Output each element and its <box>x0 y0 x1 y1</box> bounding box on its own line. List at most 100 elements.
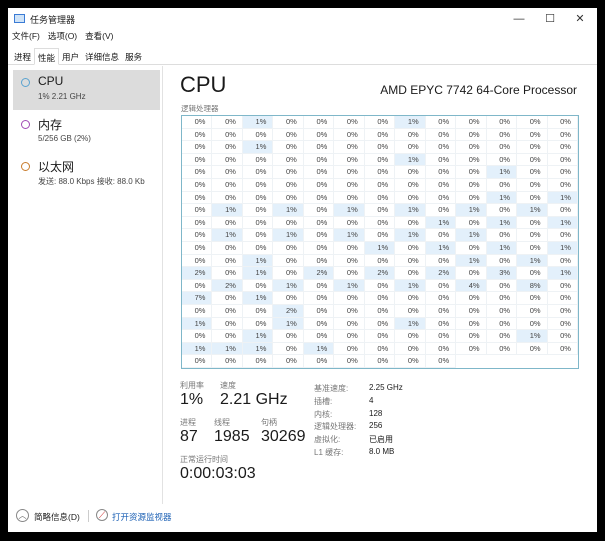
cpu-core-cell: 1% <box>517 204 548 217</box>
cpu-core-cell: 0% <box>182 241 213 255</box>
cpu-core-cell: 0% <box>456 267 487 280</box>
cpu-core-cell: 0% <box>303 166 335 179</box>
menu-options[interactable]: 选项(O) <box>48 30 77 45</box>
cpu-core-cell: 0% <box>486 254 518 268</box>
cpu-core-cell: 1% <box>486 216 518 230</box>
spec-label: L1 缓存: <box>314 448 344 457</box>
threads-label: 线程 <box>214 418 230 427</box>
cpu-core-cell: 0% <box>456 128 487 142</box>
cpu-core-cell: 0% <box>425 153 457 167</box>
cpu-core-cell: 0% <box>303 216 335 230</box>
cpu-core-cell: 0% <box>273 254 304 268</box>
processes-value: 87 <box>180 428 198 445</box>
cpu-core-cell: 0% <box>517 128 548 142</box>
cpu-core-cell: 0% <box>242 229 274 242</box>
cpu-core-cell: 0% <box>212 116 243 129</box>
cpu-core-cell: 1% <box>395 317 426 331</box>
cpu-core-cell: 1% <box>486 191 518 205</box>
cpu-core-cell: 0% <box>212 153 243 167</box>
close-button[interactable]: ✕ <box>566 10 594 28</box>
tab-details[interactable]: 详细信息 <box>82 48 122 64</box>
cpu-core-cell: 0% <box>364 330 396 343</box>
cpu-core-cell: 0% <box>303 128 335 142</box>
cpu-core-cell: 1% <box>547 267 578 280</box>
maximize-button[interactable]: ☐ <box>536 10 564 28</box>
cpu-core-cell: 0% <box>334 191 365 205</box>
cpu-model: AMD EPYC 7742 64-Core Processor <box>380 83 577 97</box>
spec-label: 插槽: <box>314 396 333 406</box>
cpu-core-cell: 0% <box>486 304 518 318</box>
cpu-core-cell: 0% <box>212 178 243 192</box>
cpu-core-cell: 0% <box>182 128 213 142</box>
cpu-core-cell: 1% <box>334 279 365 293</box>
cpu-core-cell: 0% <box>334 292 365 305</box>
cpu-core-cell: 0% <box>364 128 396 142</box>
cpu-core-cell: 0% <box>425 317 457 331</box>
cpu-core-cell: 0% <box>242 304 274 318</box>
cpu-core-cell: 0% <box>456 292 487 305</box>
utilization-value: 1% <box>180 391 204 408</box>
cpu-core-cell: 0% <box>486 342 518 356</box>
cpu-core-cell: 0% <box>212 292 243 305</box>
sidebar-item-sub: 发送: 88.0 Kbps 接收: 88.0 Kb <box>38 177 145 186</box>
cpu-core-cell: 1% <box>517 330 548 343</box>
cpu-core-cell: 0% <box>334 317 365 331</box>
cpu-core-cell: 0% <box>182 355 213 368</box>
cpu-core-cell: 0% <box>182 330 213 343</box>
minimize-button[interactable]: — <box>505 10 533 28</box>
cpu-core-cell: 0% <box>334 342 365 356</box>
cpu-core-cell: 0% <box>334 304 365 318</box>
cpu-core-cell: 2% <box>182 267 213 280</box>
cpu-core-cell: 0% <box>547 342 578 356</box>
menu-file[interactable]: 文件(F) <box>12 30 40 45</box>
cpu-core-cell: 0% <box>182 141 213 154</box>
footer: ︿ 简略信息(D) ⟋ 打开资源监视器 <box>8 504 597 532</box>
tab-performance[interactable]: 性能 <box>34 48 60 65</box>
cpu-core-cell: 2% <box>425 267 457 280</box>
cpu-core-cell: 0% <box>242 128 274 142</box>
cpu-core-cell: 0% <box>334 330 365 343</box>
cpu-core-cell: 0% <box>395 292 426 305</box>
cpu-core-cell: 0% <box>456 153 487 167</box>
sidebar-item-memory[interactable]: 内存 5/256 GB (2%) <box>13 112 160 152</box>
cpu-core-cell: 0% <box>364 116 396 129</box>
cpu-core-cell: 0% <box>456 166 487 179</box>
cpu-core-cell: 0% <box>517 178 548 192</box>
tab-users[interactable]: 用户 <box>59 48 82 64</box>
cpu-core-cell: 0% <box>547 178 578 192</box>
open-resource-monitor-link[interactable]: 打开资源监视器 <box>112 511 172 523</box>
handles-value: 30269 <box>261 428 306 445</box>
sidebar-item-label: 内存 <box>38 118 63 132</box>
cpu-core-cell: 0% <box>334 128 365 142</box>
speed-value: 2.21 GHz <box>220 391 288 408</box>
menu-view[interactable]: 查看(V) <box>85 30 113 45</box>
cpu-core-cell: 1% <box>242 116 274 129</box>
cpu-core-cell: 7% <box>182 292 213 305</box>
resource-monitor-icon[interactable]: ⟋ <box>96 509 108 521</box>
cpu-core-cell: 1% <box>182 342 213 356</box>
cpu-core-cell: 0% <box>486 128 518 142</box>
cpu-core-cell: 0% <box>212 355 243 368</box>
cpu-core-cell: 0% <box>517 166 548 179</box>
tab-processes[interactable]: 进程 <box>11 48 34 64</box>
cpu-core-cell: 0% <box>517 304 548 318</box>
cpu-core-cell: 0% <box>273 116 304 129</box>
chevron-up-icon[interactable]: ︿ <box>16 509 29 522</box>
cpu-core-cell: 0% <box>212 141 243 154</box>
tab-services[interactable]: 服务 <box>122 48 145 64</box>
cpu-core-cell: 0% <box>273 166 304 179</box>
sidebar-item-ethernet[interactable]: 以太网 发送: 88.0 Kbps 接收: 88.0 Kb <box>13 154 160 194</box>
cpu-core-cell: 0% <box>303 116 335 129</box>
cpu-core-cell: 1% <box>182 317 213 331</box>
performance-sidebar: CPU 1% 2.21 GHz 内存 5/256 GB (2%) 以太网 发送:… <box>8 66 163 504</box>
cpu-core-cell: 0% <box>242 216 274 230</box>
cpu-core-cell: 0% <box>486 141 518 154</box>
cpu-core-cell: 0% <box>517 342 548 356</box>
spec-value: 128 <box>369 408 383 418</box>
fewer-details-button[interactable]: 简略信息(D) <box>34 511 80 523</box>
cpu-core-cell: 0% <box>364 229 396 242</box>
sidebar-item-cpu[interactable]: CPU 1% 2.21 GHz <box>13 70 160 110</box>
cpu-core-cell: 0% <box>517 191 548 205</box>
cpu-core-cell: 0% <box>364 304 396 318</box>
cpu-core-cell: 0% <box>425 355 457 368</box>
